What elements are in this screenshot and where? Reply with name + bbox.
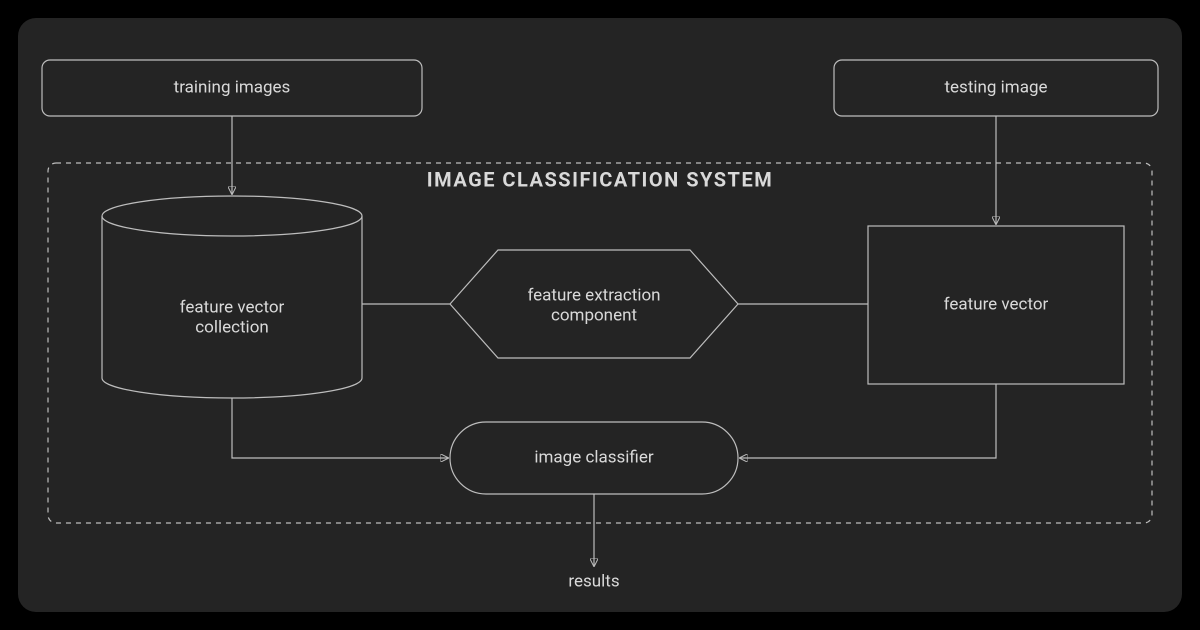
- label-results: results: [568, 571, 619, 591]
- label-training-images: training images: [174, 77, 291, 97]
- system-title: IMAGE CLASSIFICATION SYSTEM: [427, 167, 773, 191]
- label-feature-vector: feature vector: [944, 294, 1049, 314]
- label-image-classifier: image classifier: [534, 447, 653, 467]
- diagram-panel: IMAGE CLASSIFICATION SYSTEM training ima…: [18, 18, 1182, 612]
- label-feature-extraction-l2: component: [551, 305, 637, 325]
- system-boundary: [48, 163, 1152, 523]
- diagram-svg: IMAGE CLASSIFICATION SYSTEM training ima…: [18, 18, 1182, 612]
- label-feature-vector-collection-l2: collection: [195, 317, 269, 337]
- label-feature-vector-collection-l1: feature vector: [180, 297, 285, 317]
- edge-vector-to-classifier: [740, 384, 996, 458]
- label-feature-extraction-l1: feature extraction: [527, 285, 660, 305]
- label-testing-image: testing image: [944, 77, 1047, 97]
- edge-collection-to-classifier: [232, 398, 448, 458]
